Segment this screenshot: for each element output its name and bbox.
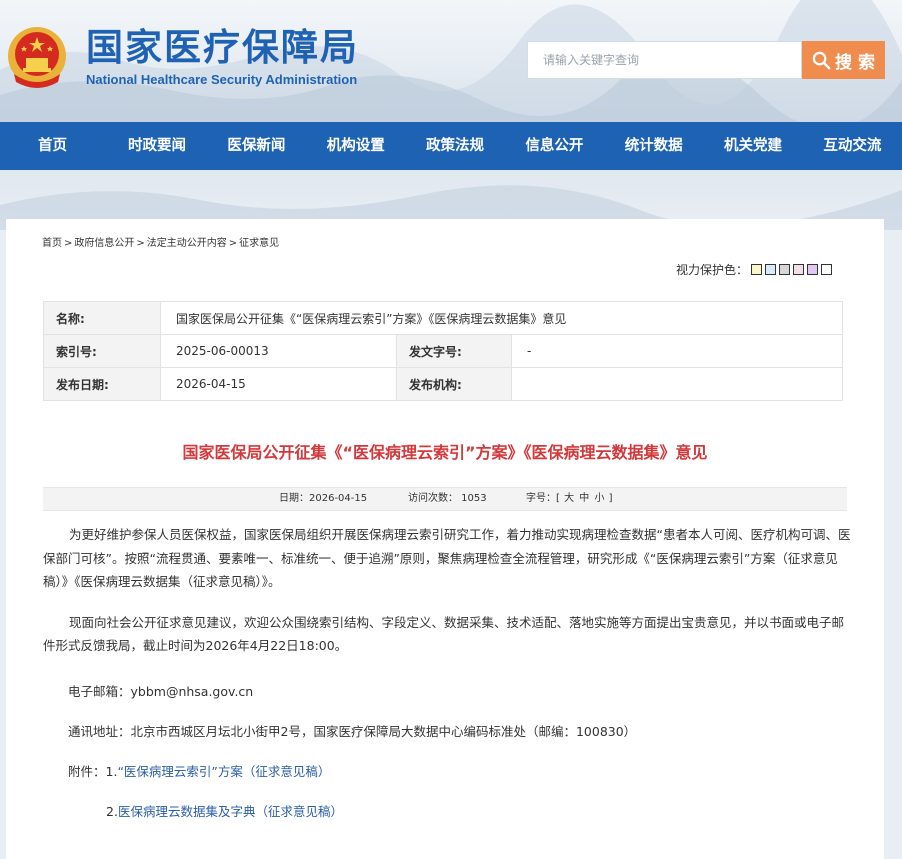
swatch-gray[interactable] (779, 264, 791, 275)
meta-index-label: 索引号: (43, 334, 161, 368)
site-title: 国家医疗保障局 (86, 26, 359, 69)
contact-email: 电子邮箱：ybbm@nhsa.gov.cn (68, 684, 254, 699)
meta-org-value (511, 367, 843, 401)
attachment-line-2: 2.医保病理云数据集及字典（征求意见稿） (106, 801, 343, 820)
nav-item-disclosure[interactable]: 信息公开 (505, 122, 604, 170)
search-input[interactable] (527, 41, 802, 79)
nav-item-party[interactable]: 机关党建 (703, 122, 802, 170)
breadcrumb-separator: > (136, 238, 145, 249)
swatch-purple[interactable] (807, 264, 819, 275)
document-meta-table: 名称: 国家医保局公开征集《“医保病理云索引”方案》《医保病理云数据集》意见 索… (43, 301, 843, 401)
article-title: 国家医保局公开征集《“医保病理云索引”方案》《医保病理云数据集》意见 (182, 443, 708, 462)
main-nav: 首页 时政要闻 医保新闻 机构设置 政策法规 信息公开 统计数据 机关党建 互动… (0, 122, 902, 170)
meta-index-value: 2025-06-00013 (160, 334, 397, 368)
article-date: 日期：2026-04-15 (279, 493, 368, 504)
font-size-large[interactable]: 大 (564, 493, 574, 504)
nav-item-interaction[interactable]: 互动交流 (803, 122, 902, 170)
eye-care-label: 视力保护色： (676, 263, 749, 277)
site-subtitle: National Healthcare Security Administrat… (86, 72, 358, 87)
breadcrumb-mandatory[interactable]: 法定主动公开内容 (147, 238, 227, 249)
attachment-link-1[interactable]: “医保病理云索引”方案（征求意见稿） (117, 764, 330, 779)
swatch-yellow[interactable] (751, 264, 763, 275)
content-panel: 首页 > 政府信息公开 > 法定主动公开内容 > 征求意见 视力保护色： 名称: 国家医保局… (6, 219, 884, 859)
article-info-bar: 日期：2026-04-15 访问次数： 1053 字号：[ 大 中 小 ] (43, 487, 847, 511)
meta-date-label: 发布日期: (43, 367, 161, 401)
swatch-white[interactable] (821, 264, 833, 275)
nav-item-organization[interactable]: 机构设置 (306, 122, 405, 170)
meta-name-label: 名称: (43, 301, 161, 335)
font-size-small[interactable]: 小 (594, 493, 604, 504)
font-size-label: 字号：[ (526, 493, 560, 504)
font-size-end: ] (608, 493, 613, 504)
breadcrumb-home[interactable]: 首页 (42, 238, 62, 249)
font-size-medium[interactable]: 中 (579, 493, 589, 504)
breadcrumb-consultation[interactable]: 征求意见 (239, 238, 279, 249)
swatch-blue[interactable] (765, 264, 777, 275)
search-button[interactable]: 搜 索 (802, 41, 885, 79)
breadcrumb-separator: > (228, 238, 238, 249)
meta-name-value: 国家医保局公开征集《“医保病理云索引”方案》《医保病理云数据集》意见 (160, 301, 843, 335)
meta-doc-no-value: - (511, 334, 843, 368)
breadcrumb-disclosure[interactable]: 政府信息公开 (74, 238, 134, 249)
article-paragraph: 现面向社会公开征求意见建议，欢迎公众围绕索引结构、字段定义、数据采集、技术适配、… (43, 614, 845, 654)
nav-item-news[interactable]: 时政要闻 (107, 122, 206, 170)
font-size-control: 字号：[ 大 中 小 ] (526, 488, 613, 510)
search-icon (812, 51, 831, 69)
eye-care-colors: 视力保护色： (676, 261, 833, 278)
article-paragraph: 为更好维护参保人员医保权益，国家医保局组织开展医保病理云索引研究工作，着力推动实… (43, 527, 851, 589)
attachments-label: 附件：1. (68, 764, 118, 779)
article-body: 为更好维护参保人员医保权益，国家医保局组织开展医保病理云索引研究工作，着力推动实… (43, 523, 851, 675)
nav-item-statistics[interactable]: 统计数据 (604, 122, 703, 170)
attachment-2-prefix: 2. (106, 804, 118, 819)
search-button-label: 搜 索 (835, 52, 875, 73)
meta-date-value: 2026-04-15 (160, 367, 397, 401)
meta-doc-no-label: 发文字号: (396, 334, 512, 368)
swatch-pink[interactable] (793, 264, 805, 275)
meta-org-label: 发布机构: (396, 367, 512, 401)
site-header: 国家医疗保障局 National Healthcare Security Adm… (0, 0, 902, 122)
attachment-link-2[interactable]: 医保病理云数据集及字典（征求意见稿） (118, 804, 343, 819)
national-emblem-icon (8, 27, 66, 88)
article-views: 访问次数： 1053 (408, 493, 487, 504)
breadcrumb: 首页 > 政府信息公开 > 法定主动公开内容 > 征求意见 (42, 234, 279, 249)
nav-item-home[interactable]: 首页 (0, 122, 107, 170)
nav-item-policies[interactable]: 政策法规 (405, 122, 504, 170)
attachments-line: 附件：1.“医保病理云索引”方案（征求意见稿） (68, 761, 330, 780)
nav-item-medical-insurance-news[interactable]: 医保新闻 (207, 122, 306, 170)
breadcrumb-separator: > (64, 238, 73, 249)
contact-address: 通讯地址：北京市西城区月坛北小街甲2号，国家医疗保障局大数据中心编码标准处（邮编… (68, 724, 637, 739)
